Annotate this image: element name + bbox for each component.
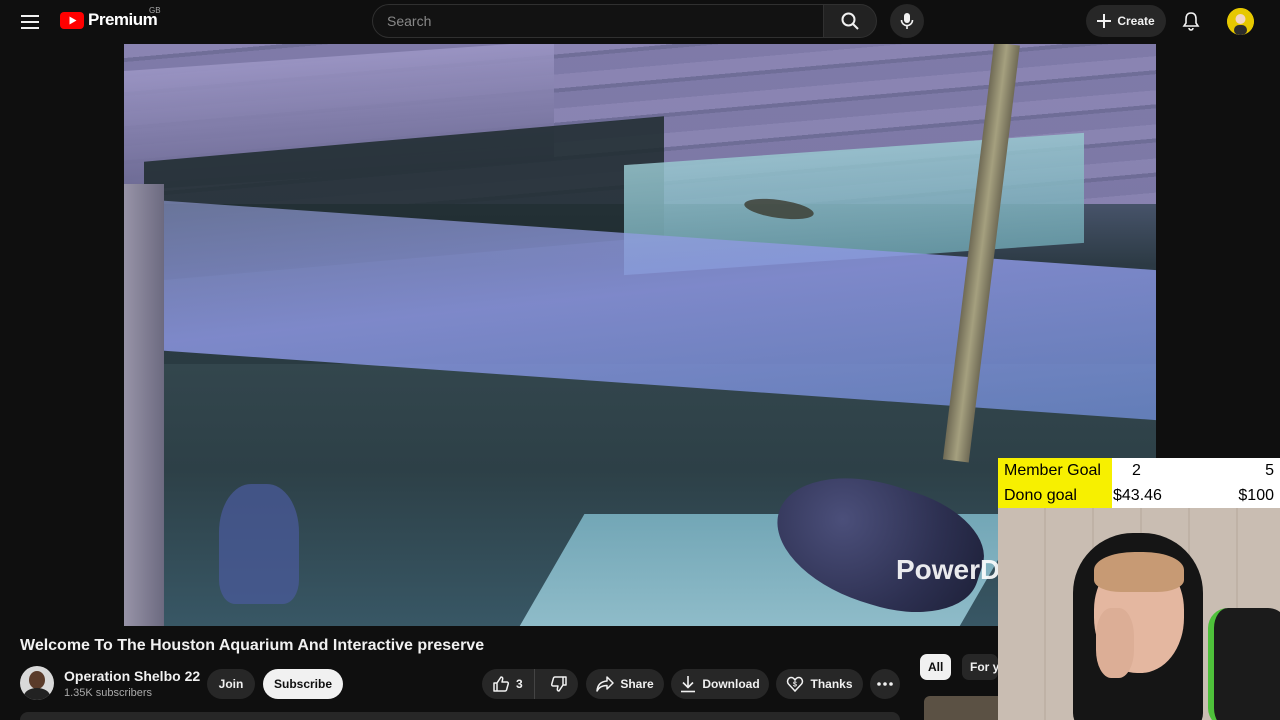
video-watermark: PowerD	[896, 554, 1001, 585]
download-icon	[681, 676, 696, 693]
notifications-button[interactable]	[1175, 5, 1207, 37]
video-title: Welcome To The Houston Aquarium And Inte…	[20, 637, 485, 654]
webcam-chair	[1208, 608, 1280, 720]
menu-icon[interactable]	[14, 6, 46, 38]
join-button[interactable]: Join	[207, 669, 255, 699]
create-label: Create	[1117, 14, 1155, 28]
plus-icon	[1097, 14, 1112, 28]
search-box	[372, 4, 824, 38]
subscribe-label: Subscribe	[273, 677, 333, 691]
thanks-button[interactable]: $ Thanks	[776, 669, 863, 699]
microphone-icon	[900, 13, 914, 29]
dono-goal-current: $43.46	[1113, 486, 1162, 504]
recommended-thumbnail[interactable]	[924, 696, 998, 720]
youtube-logo-icon	[60, 11, 84, 29]
thanks-heart-icon: $	[787, 676, 804, 693]
avatar-icon	[1227, 8, 1254, 35]
dono-goal-row: Dono goal $43.46 $100	[998, 483, 1280, 508]
search-button[interactable]	[823, 4, 877, 38]
subscriber-count: 1.35K subscribers	[64, 687, 153, 699]
member-goal-target: 5	[1265, 461, 1274, 479]
search-input[interactable]	[387, 13, 824, 29]
thanks-label: Thanks	[810, 677, 853, 691]
share-label: Share	[620, 677, 654, 691]
search-icon	[841, 12, 859, 30]
download-label: Download	[702, 677, 760, 691]
video-frame-reflection	[219, 484, 299, 604]
dono-goal-label: Dono goal	[998, 483, 1112, 508]
more-horizontal-icon	[877, 682, 893, 686]
webcam-feed	[998, 508, 1280, 720]
channel-avatar[interactable]	[20, 666, 54, 700]
like-dislike-group: 3	[482, 669, 578, 699]
join-label: Join	[218, 677, 244, 691]
youtube-premium-logo[interactable]: Premium GB	[60, 6, 161, 30]
member-goal-label: Member Goal	[998, 458, 1112, 483]
video-frame-rock	[124, 184, 164, 626]
chip-all[interactable]: All	[920, 654, 952, 680]
share-button[interactable]: Share	[586, 669, 664, 699]
like-button[interactable]: 3	[482, 669, 535, 699]
share-icon	[596, 676, 615, 692]
webcam-hand	[1096, 608, 1134, 678]
member-goal-row: Member Goal 2 5	[998, 458, 1280, 483]
chip-for-you[interactable]: For yo	[962, 654, 998, 680]
top-bar: Premium GB Create	[0, 0, 1280, 44]
dislike-button[interactable]	[541, 669, 578, 699]
bell-icon	[1182, 12, 1200, 31]
thumbs-up-icon	[493, 676, 510, 692]
dono-goal-target: $100	[1238, 486, 1274, 504]
description-box[interactable]	[20, 712, 900, 720]
thumbs-down-icon	[551, 676, 568, 692]
logo-text: Premium	[88, 10, 158, 29]
voice-search-button[interactable]	[890, 4, 924, 38]
channel-name[interactable]: Operation Shelbo 22	[64, 668, 200, 684]
account-avatar[interactable]	[1227, 8, 1254, 35]
more-actions-button[interactable]	[870, 669, 900, 699]
subscribe-button[interactable]: Subscribe	[263, 669, 343, 699]
webcam-hair	[1094, 552, 1184, 592]
create-button[interactable]: Create	[1086, 5, 1166, 37]
svg-text:$: $	[794, 682, 798, 689]
member-goal-current: 2	[1132, 461, 1141, 479]
logo-country-code: GB	[149, 6, 161, 15]
like-count: 3	[516, 677, 523, 691]
goals-overlay: Member Goal 2 5 Dono goal $43.46 $100	[998, 458, 1280, 508]
download-button[interactable]: Download	[671, 669, 769, 699]
